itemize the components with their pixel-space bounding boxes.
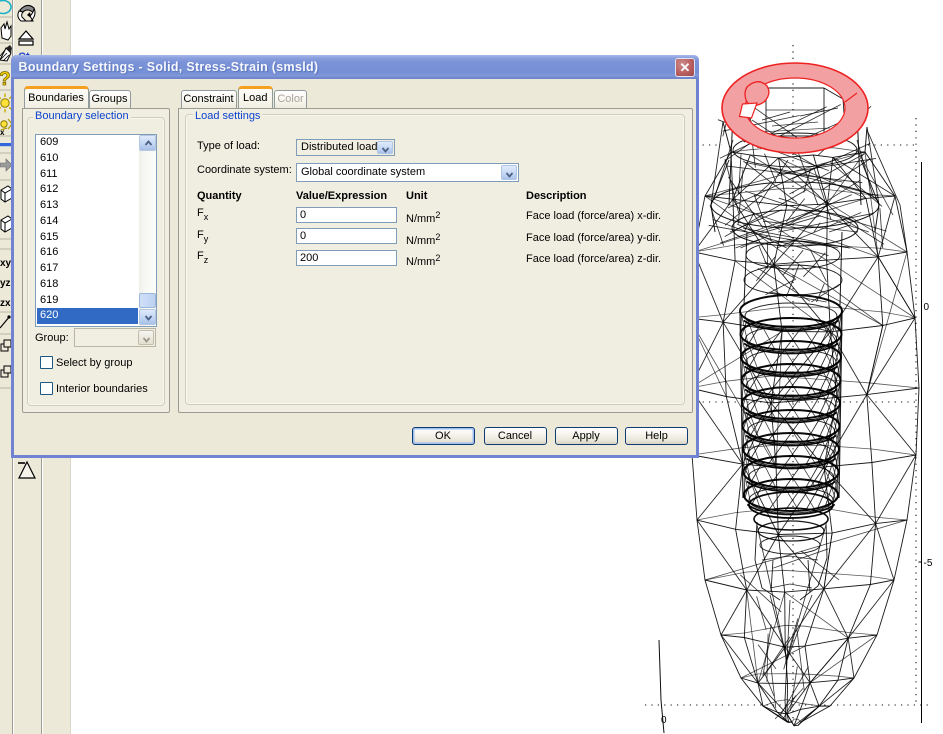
svg-text:0: 0 [661, 715, 667, 726]
svg-text:?: ? [0, 69, 11, 90]
svg-text:zx: zx [0, 298, 11, 309]
svg-text:0: 0 [924, 302, 930, 313]
svg-text:xy: xy [0, 258, 12, 269]
svg-text:-5: -5 [924, 558, 933, 569]
svg-text:yz: yz [0, 278, 11, 289]
svg-text:x: x [0, 128, 5, 137]
